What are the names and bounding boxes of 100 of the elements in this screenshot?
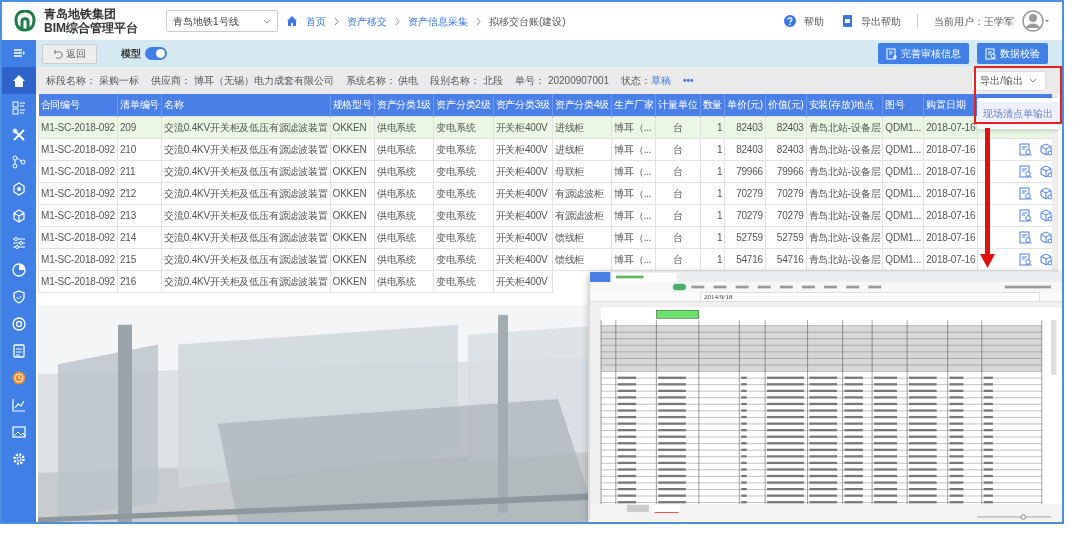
gear-icon (12, 451, 26, 466)
view-document-button[interactable] (1019, 230, 1033, 244)
document-icon (12, 343, 26, 358)
document-search-icon (1019, 230, 1033, 244)
column-header: 图号 (882, 94, 924, 116)
edit-document-icon (886, 47, 898, 60)
table-cell: 开关柜400V (493, 116, 553, 138)
table-cell: 博耳（... (611, 116, 656, 138)
table-cell: QDM1... (882, 116, 924, 138)
view-document-button[interactable] (1019, 252, 1033, 266)
undo-icon (53, 48, 63, 59)
status-link[interactable]: 草稿 (651, 73, 672, 88)
breadcrumb-link[interactable]: 资产信息采集 (408, 13, 468, 29)
line-select[interactable]: 青岛地铁1号线 (166, 10, 278, 32)
column-header: 价值(元) (765, 94, 807, 116)
column-header: 生产厂家 (611, 94, 656, 116)
table-cell: 1 (700, 116, 725, 138)
table-cell: 交流0.4KV开关柜及低压有源滤波装置 (161, 226, 331, 248)
table-cell: 台 (655, 116, 701, 138)
logo-icon (14, 10, 36, 32)
table-cell: M1-SC-2018-092 (38, 138, 118, 160)
column-header: 资产分类2级 (433, 94, 493, 116)
document-search-icon (1019, 142, 1033, 156)
data-check-button[interactable]: 数据校验 (977, 43, 1048, 64)
target-icon (12, 316, 26, 331)
table-cell: M1-SC-2018-092 (38, 160, 118, 182)
info-field: 供应商： 博耳（无锡）电力成套有限公司 (150, 73, 334, 88)
view-model-button[interactable] (1040, 142, 1052, 156)
table-cell: 2018-07-16 (923, 116, 978, 138)
sliders-icon (12, 235, 26, 250)
help-icon (784, 15, 796, 27)
back-button[interactable]: 返回 (42, 43, 97, 64)
table-cell: M1-SC-2018-092 (38, 182, 118, 204)
column-header: 计量单位 (655, 94, 701, 116)
view-document-button[interactable] (1019, 208, 1033, 222)
info-field: 段别名称： 北段 (430, 73, 504, 88)
document-search-icon (1019, 186, 1033, 200)
chevron-down-icon (263, 18, 271, 24)
table-cell: 82403 (724, 116, 766, 138)
column-header: 资产分类1级 (374, 94, 434, 116)
platform-name: BIM综合管理平台 (44, 21, 138, 35)
table-cell: M1-SC-2018-092 (38, 116, 118, 138)
current-user: 当前用户：王学军 (934, 14, 1014, 29)
hexagon-icon (12, 181, 26, 196)
table-cell: 交流0.4KV开关柜及低压有源滤波装置 (161, 204, 331, 226)
table-cell: 变电系统 (433, 116, 493, 138)
breadcrumb-link[interactable]: 首页 (306, 13, 326, 29)
export-help-link[interactable]: 导出帮助 (861, 13, 901, 29)
table-cell: 交流0.4KV开关柜及低压有源滤波装置 (161, 160, 331, 182)
column-header: 资产分类3级 (493, 94, 553, 116)
table-cell: 交流0.4KV开关柜及低压有源滤波装置 (161, 138, 331, 160)
complete-review-button[interactable]: 完善审核信息 (878, 43, 969, 64)
model-label: 模型 (121, 47, 141, 61)
more-link[interactable]: ••• (683, 73, 694, 88)
view-model-button[interactable] (1040, 230, 1052, 244)
company-name: 青岛地铁集团 (44, 7, 117, 21)
tools-icon (12, 127, 26, 142)
cube-icon (12, 208, 26, 223)
column-header: 清单编号 (117, 94, 162, 116)
document-search-icon (985, 47, 997, 60)
help-link[interactable]: 帮助 (804, 13, 824, 29)
table-cell: M1-SC-2018-092 (38, 226, 118, 248)
view-model-button[interactable] (1040, 252, 1052, 266)
view-model-button[interactable] (1040, 186, 1052, 200)
column-header: 购置日期 (923, 94, 978, 116)
table-cell: 供电系统 (374, 116, 434, 138)
sidebar-item[interactable] (2, 67, 36, 94)
chevron-right-icon (334, 16, 339, 26)
view-document-button[interactable] (1019, 142, 1033, 156)
avatar-icon (1022, 10, 1050, 32)
chevron-right-icon (395, 16, 400, 26)
menu-item[interactable]: 现场清点单输出 (977, 102, 1059, 125)
breadcrumb-current: 拟移交台账(建设) (489, 14, 566, 29)
model-switch[interactable] (145, 47, 167, 60)
table-cell: 交流0.4KV开关柜及低压有源滤波装置 (161, 248, 331, 270)
chevron-right-icon (476, 16, 481, 26)
table-cell: M1-SC-2018-092 (38, 204, 118, 226)
breadcrumb-link[interactable]: 资产移交 (347, 13, 387, 29)
table-cell: 交流0.4KV开关柜及低压有源滤波装置 (161, 270, 331, 292)
column-header: 规格型号 (330, 94, 375, 116)
home-icon (286, 15, 298, 27)
shield-icon (12, 289, 26, 304)
document-icon (842, 15, 853, 27)
view-model-button[interactable] (1040, 164, 1052, 178)
view-document-button[interactable] (1019, 186, 1033, 200)
table-cell: M1-SC-2018-092 (38, 270, 118, 292)
document-search-icon (1019, 252, 1033, 266)
flow-icon (12, 154, 26, 169)
table-cell: 交流0.4KV开关柜及低压有源滤波装置 (161, 182, 331, 204)
image-icon (12, 424, 26, 439)
chevron-down-icon (1029, 78, 1037, 83)
view-model-button[interactable] (1040, 208, 1052, 222)
column-header: 资产分类4级 (552, 94, 612, 116)
export-dropdown[interactable]: 导出/输出 (971, 70, 1046, 91)
table-cell: 209 (117, 116, 162, 138)
table-cell: 青岛北站-设备层 (806, 116, 883, 138)
column-header: 安装(存放)地点 (806, 94, 883, 116)
view-document-button[interactable] (1019, 164, 1033, 178)
column-header: 合同编号 (38, 94, 118, 116)
home-icon (12, 73, 26, 88)
